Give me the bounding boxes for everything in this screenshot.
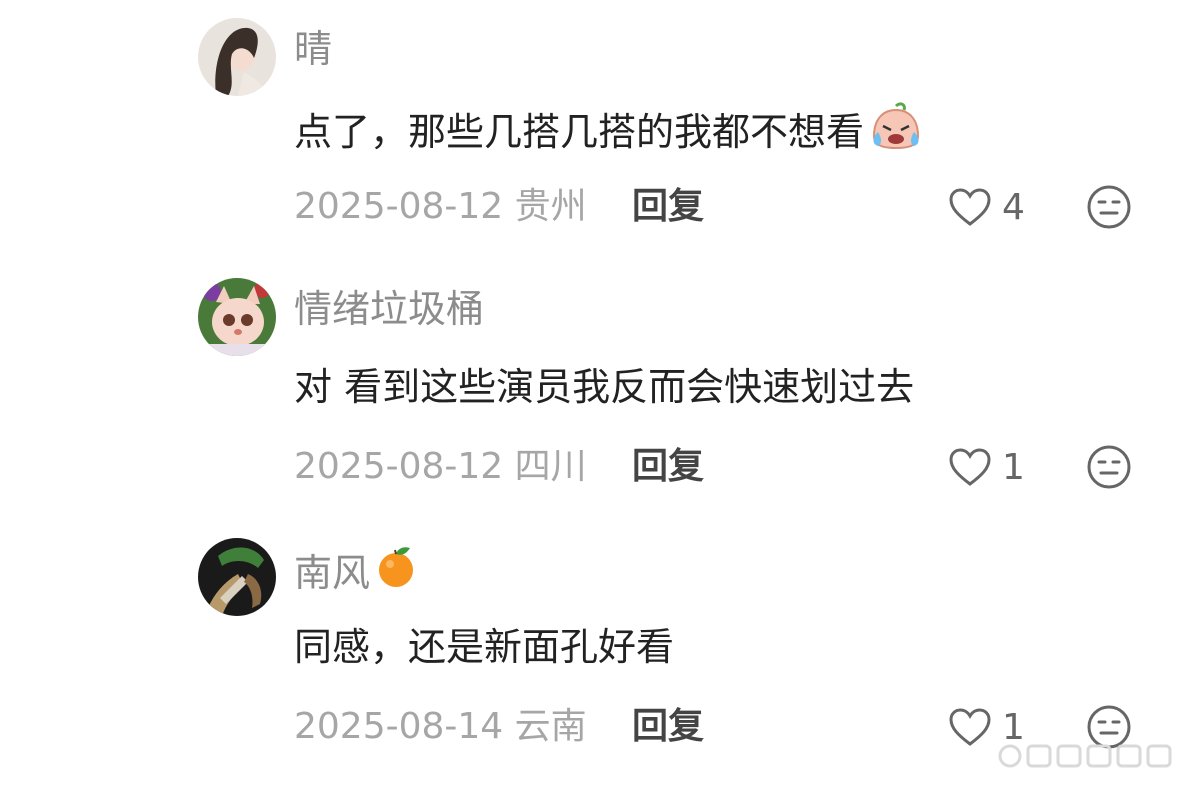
- emoji-reaction-icon[interactable]: [1086, 444, 1132, 490]
- crying-laughing-emoji-icon: [868, 102, 924, 162]
- comment-text-content: 对 看到这些演员我反而会快速划过去: [294, 365, 915, 409]
- heart-icon: [949, 708, 991, 746]
- username[interactable]: 晴: [294, 24, 332, 74]
- like-button[interactable]: 4: [948, 182, 1025, 232]
- like-button[interactable]: 1: [948, 442, 1025, 492]
- heart-icon: [949, 188, 991, 226]
- comment-location: 贵州: [514, 186, 587, 227]
- username[interactable]: 南风: [294, 544, 418, 602]
- comment-text: 点了，那些几搭几搭的我都不想看: [294, 102, 924, 162]
- comment-date: 2025-08-12: [294, 446, 504, 487]
- comment-text-content: 同感，还是新面孔好看: [294, 625, 675, 669]
- reply-button[interactable]: 回复: [632, 702, 704, 752]
- comment-text-content: 点了，那些几搭几搭的我都不想看: [294, 110, 865, 154]
- username-text: 南风: [294, 551, 371, 595]
- reply-button[interactable]: 回复: [632, 182, 704, 232]
- emoji-reaction-icon[interactable]: [1086, 184, 1132, 230]
- reply-button[interactable]: 回复: [632, 442, 704, 492]
- comment-text: 对 看到这些演员我反而会快速划过去: [294, 362, 914, 412]
- comment-location: 云南: [514, 706, 587, 747]
- avatar[interactable]: [198, 278, 276, 356]
- avatar[interactable]: [198, 18, 276, 96]
- comment-item: 晴 点了，那些几搭几搭的我都不想看 2025-08-12 贵州 回复 4: [0, 0, 1200, 260]
- avatar[interactable]: [198, 538, 276, 616]
- heart-icon: [949, 448, 991, 486]
- username[interactable]: 情绪垃圾桶: [294, 284, 484, 334]
- comment-item: 情绪垃圾桶 对 看到这些演员我反而会快速划过去 2025-08-12 四川 回复…: [0, 260, 1200, 520]
- comment-date: 2025-08-12: [294, 186, 504, 227]
- watermark-logo: [998, 744, 1172, 768]
- comment-location: 四川: [514, 446, 587, 487]
- comment-meta: 2025-08-12 四川: [294, 442, 587, 492]
- comment-meta: 2025-08-12 贵州: [294, 182, 587, 232]
- like-count: 4: [1002, 186, 1025, 228]
- comment-date: 2025-08-14: [294, 706, 504, 747]
- orange-emoji-icon: [374, 544, 418, 602]
- comment-text: 同感，还是新面孔好看: [294, 622, 674, 672]
- comment-meta: 2025-08-14 云南: [294, 702, 587, 752]
- like-count: 1: [1002, 446, 1025, 488]
